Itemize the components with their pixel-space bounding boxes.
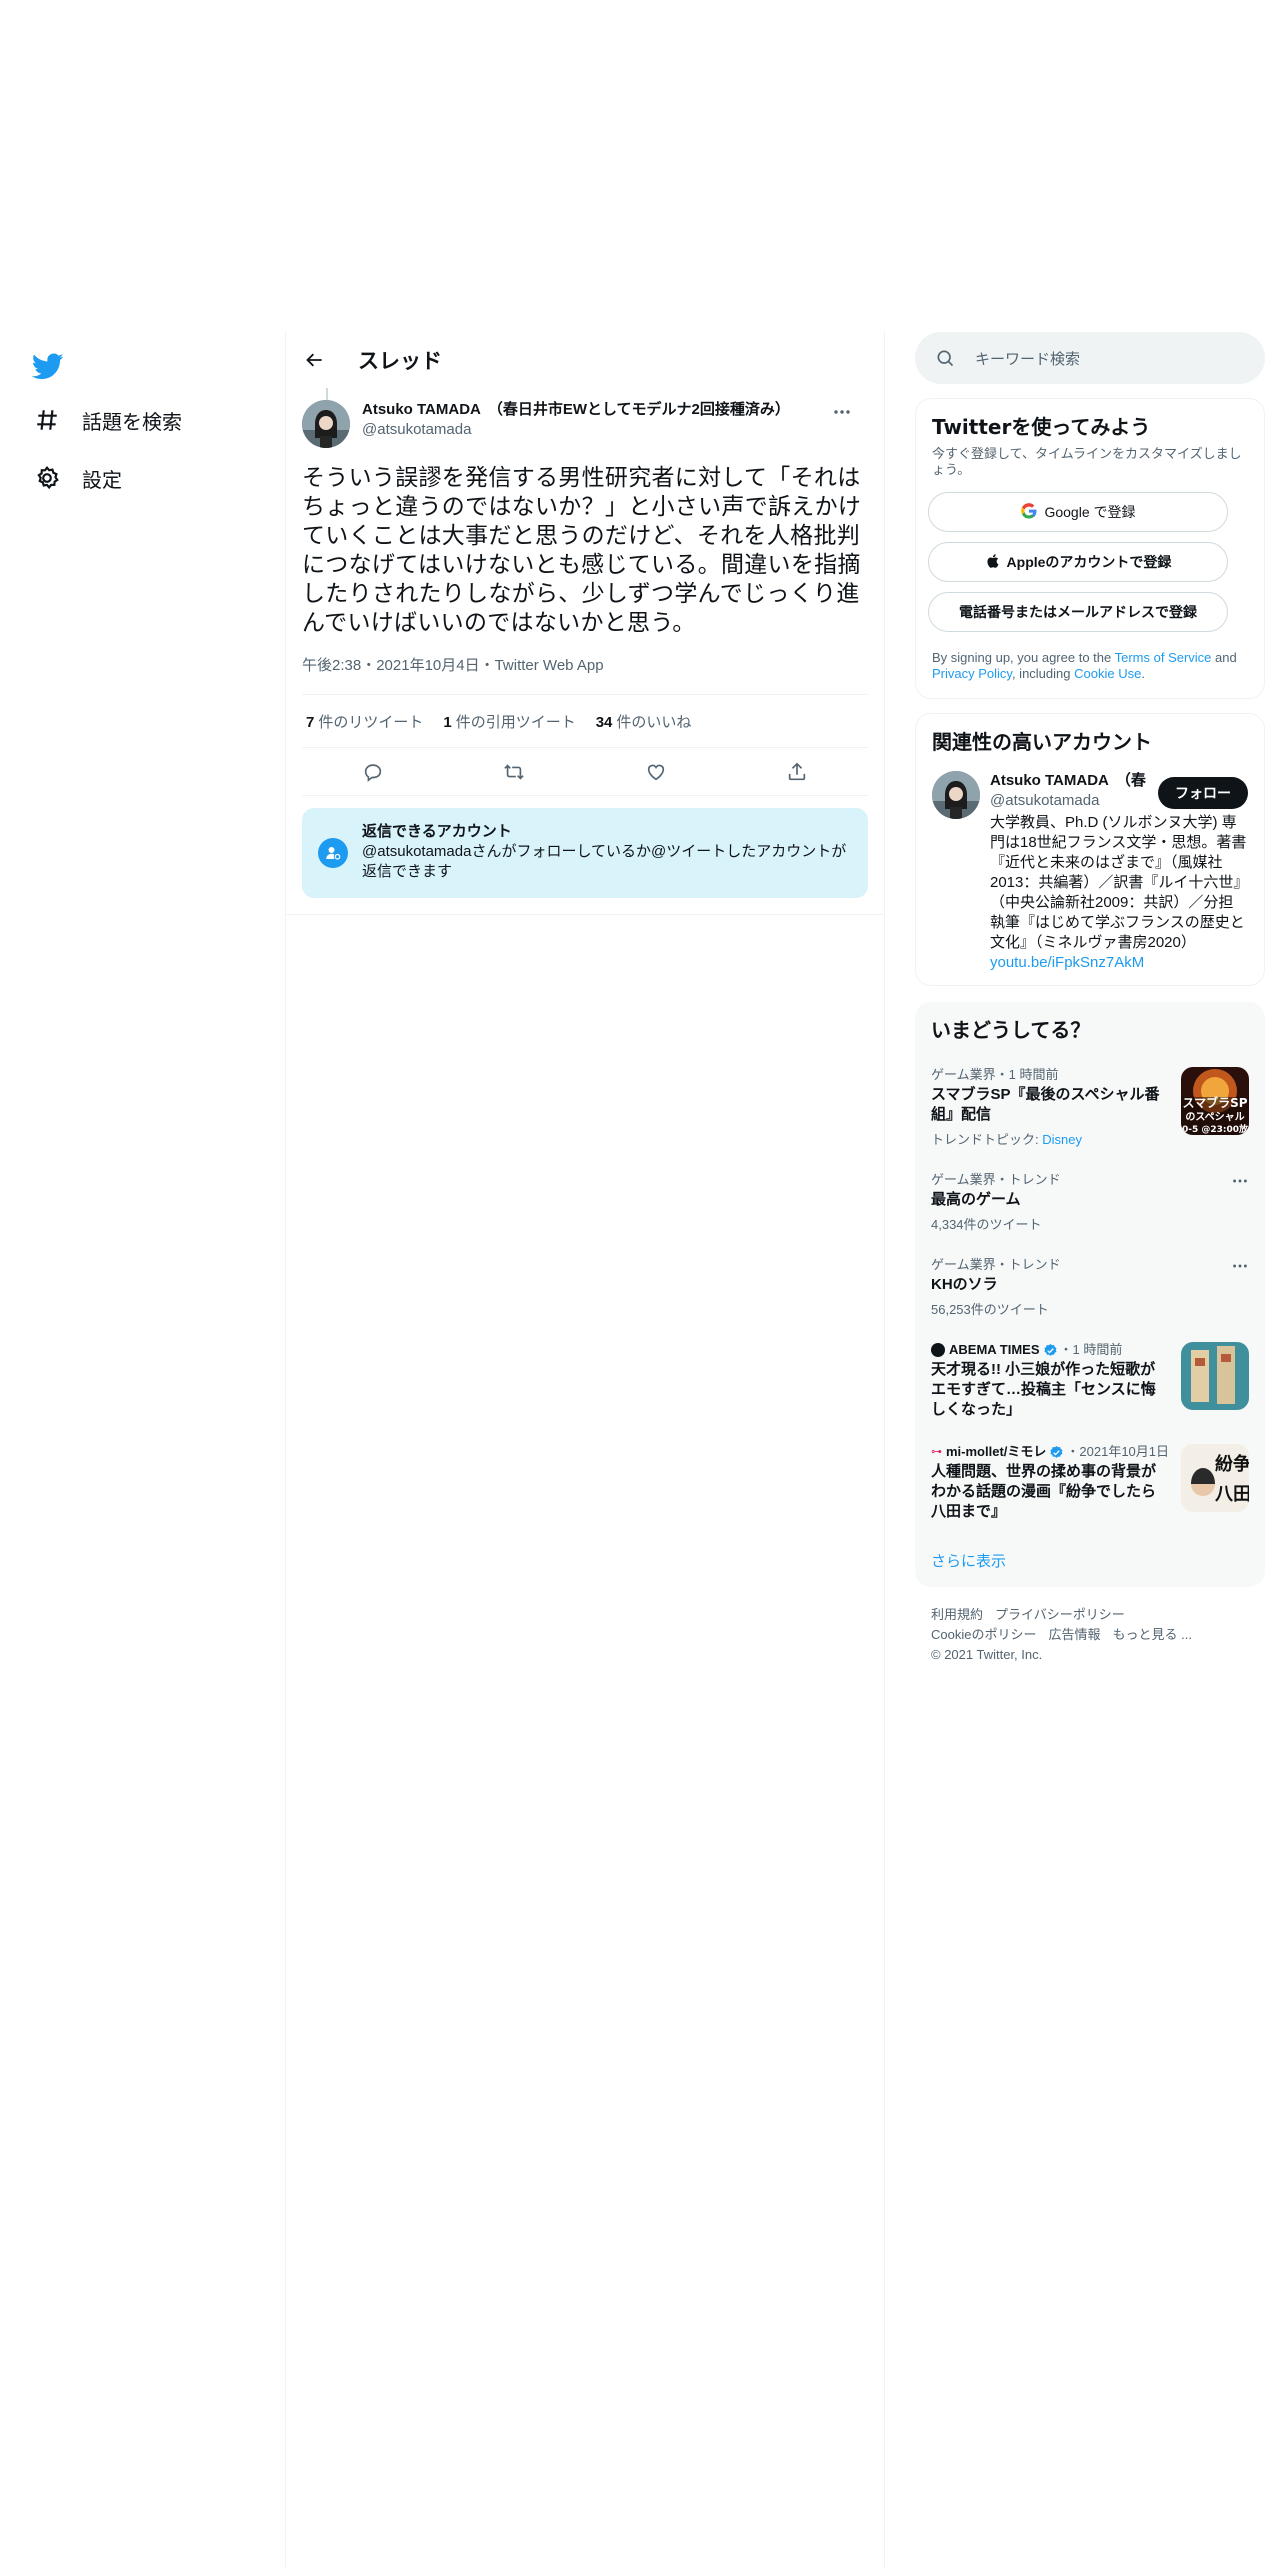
abema-logo-icon bbox=[931, 1343, 945, 1357]
footer: 利用規約 プライバシーポリシー Cookieのポリシー 広告情報 もっと見る ... … bbox=[915, 1587, 1265, 1683]
show-more-link[interactable]: さらに表示 bbox=[915, 1534, 1265, 1587]
signup-title: Twitterを使ってみよう bbox=[932, 415, 1151, 439]
share-icon[interactable] bbox=[780, 755, 814, 789]
footer-link[interactable]: もっと見る ... bbox=[1112, 1627, 1191, 1642]
nav-item-label: 話題を検索 bbox=[82, 409, 182, 434]
terms-text: By signing up, you agree to the Terms of… bbox=[932, 650, 1237, 681]
footer-link[interactable]: プライバシーポリシー bbox=[995, 1607, 1125, 1622]
reply-restriction-notice: 返信できるアカウント @atsukotamadaさんがフォローしているか@ツイー… bbox=[302, 808, 868, 898]
terms-of-service-link[interactable]: Terms of Service bbox=[1115, 650, 1212, 665]
signup-card: Twitterを使ってみよう 今すぐ登録して、タイムラインをカスタマイズしましょ… bbox=[915, 398, 1265, 699]
verified-badge-icon bbox=[1043, 1343, 1056, 1356]
hashtag-icon bbox=[32, 405, 62, 435]
more-options-icon[interactable] bbox=[1231, 1257, 1249, 1275]
trends-card: いまどうしてる？ ゲーム業界・1 時間前 スマブラSP『最後のスペシャル番組』配… bbox=[915, 1002, 1265, 1587]
tweet-author-handle[interactable]: @atsukotamada bbox=[362, 420, 790, 440]
main-column: スレッド Atsuko TAMADA （春日井市EWとしてモデルナ2回接種済み）… bbox=[285, 332, 885, 2568]
svg-text:紛争: 紛争 bbox=[1215, 1453, 1249, 1475]
search-icon bbox=[935, 348, 955, 368]
svg-text:八田: 八田 bbox=[1215, 1484, 1249, 1505]
back-arrow-icon[interactable] bbox=[298, 343, 332, 377]
privacy-policy-link[interactable]: Privacy Policy bbox=[932, 666, 1012, 681]
news-source: ABEMA TIMES bbox=[949, 1342, 1040, 1357]
cookie-use-link[interactable]: Cookie Use bbox=[1074, 666, 1141, 681]
quote-count[interactable]: 1 件の引用ツイート bbox=[443, 711, 575, 732]
svg-text:スマブラSP: スマブラSP bbox=[1182, 1095, 1247, 1110]
who-to-follow-card: 関連性の高いアカウント Atsuko TAMADA （春 @atsukotama… bbox=[915, 713, 1265, 986]
search-input[interactable]: キーワード検索 bbox=[915, 332, 1265, 384]
avatar[interactable] bbox=[932, 771, 980, 819]
google-signup-button[interactable]: Google で登録 bbox=[928, 492, 1228, 532]
nav-item-label: 設定 bbox=[82, 467, 122, 492]
news-item[interactable]: ABEMA TIMES ・1 時間前 天才現る!! 小三娘が作った短歌がエモすぎ… bbox=[915, 1330, 1265, 1432]
at-person-icon bbox=[318, 838, 348, 868]
nav-item-settings[interactable]: 設定 bbox=[20, 450, 134, 506]
news-thumbnail bbox=[1181, 1342, 1249, 1410]
svg-text:0-5 @23:00放: 0-5 @23:00放 bbox=[1182, 1123, 1249, 1135]
account-bio: 大学教員、Ph.D (ソルボンヌ大学) 専門は18世紀フランス文学・思想。著書『… bbox=[990, 814, 1247, 971]
focused-tweet: Atsuko TAMADA （春日井市EWとしてモデルナ2回接種済み） @ats… bbox=[286, 388, 884, 898]
trend-item[interactable]: ゲーム業界・1 時間前 スマブラSP『最後のスペシャル番組』配信 トレンドトピッ… bbox=[915, 1055, 1265, 1160]
retweet-count[interactable]: 7 件のリツイート bbox=[306, 711, 423, 732]
mimollet-logo-icon: ⊶ bbox=[931, 1446, 942, 1458]
twitter-logo-icon[interactable] bbox=[31, 350, 64, 382]
tweet-timestamp[interactable]: 午後2:38・2021年10月4日・Twitter Web App bbox=[302, 654, 868, 686]
more-options-icon[interactable] bbox=[832, 402, 852, 422]
gear-icon bbox=[32, 463, 62, 493]
divider bbox=[286, 914, 884, 915]
avatar[interactable] bbox=[302, 400, 350, 448]
copyright: © 2021 Twitter, Inc. bbox=[931, 1647, 1043, 1662]
trend-item[interactable]: ゲーム業界・トレンド KHのソラ 56,253件のツイート bbox=[915, 1245, 1265, 1330]
news-thumbnail: 紛争 八田 bbox=[1181, 1444, 1249, 1512]
trends-title: いまどうしてる？ bbox=[931, 1018, 1091, 1042]
apple-signup-button[interactable]: Appleのアカウントで登録 bbox=[928, 542, 1228, 582]
svg-text:のスペシャル: のスペシャル bbox=[1185, 1111, 1244, 1123]
reply-notice-text: @atsukotamadaさんがフォローしているか@ツイートしたアカウントが返信… bbox=[362, 843, 847, 880]
tweet-header: Atsuko TAMADA （春日井市EWとしてモデルナ2回接種済み） @ats… bbox=[302, 388, 868, 452]
bio-link[interactable]: youtu.be/iFpkSnz7AkM bbox=[990, 954, 1144, 971]
apple-icon bbox=[985, 552, 1001, 573]
nav-item-explore[interactable]: 話題を検索 bbox=[20, 392, 194, 448]
news-source: mi-mollet/ミモレ bbox=[946, 1444, 1047, 1459]
phone-email-signup-button[interactable]: 電話番号またはメールアドレスで登録 bbox=[928, 592, 1228, 632]
retweet-icon[interactable] bbox=[497, 755, 531, 789]
footer-link[interactable]: 広告情報 bbox=[1048, 1627, 1100, 1642]
tweet-author-name[interactable]: Atsuko TAMADA （春日井市EWとしてモデルナ2回接種済み） bbox=[362, 400, 790, 420]
tweet-stats: 7 件のリツイート 1 件の引用ツイート 34 件のいいね bbox=[302, 694, 868, 748]
more-options-icon[interactable] bbox=[1231, 1172, 1249, 1190]
thread-header: スレッド bbox=[286, 332, 884, 388]
like-count[interactable]: 34 件のいいね bbox=[596, 711, 692, 732]
reply-notice-title: 返信できるアカウント bbox=[362, 823, 512, 840]
trend-thumbnail: スマブラSP のスペシャル 0-5 @23:00放 bbox=[1181, 1067, 1249, 1135]
search-placeholder: キーワード検索 bbox=[975, 350, 1081, 368]
footer-link[interactable]: 利用規約 bbox=[931, 1607, 983, 1622]
signup-subtitle: 今すぐ登録して、タイムラインをカスタマイズしましょう。 bbox=[932, 446, 1242, 477]
reply-icon[interactable] bbox=[356, 755, 390, 789]
like-icon[interactable] bbox=[639, 755, 673, 789]
follow-button[interactable]: フォロー bbox=[1158, 777, 1248, 809]
tweet-actions bbox=[302, 748, 868, 796]
news-item[interactable]: ⊶ mi-mollet/ミモレ ・2021年10月1日 人種問題、世界の揉め事の… bbox=[915, 1432, 1265, 1534]
right-sidebar: キーワード検索 Twitterを使ってみよう 今すぐ登録して、タイムラインをカス… bbox=[915, 332, 1265, 1683]
trend-item[interactable]: ゲーム業界・トレンド 最高のゲーム 4,334件のツイート bbox=[915, 1160, 1265, 1245]
footer-link[interactable]: Cookieのポリシー bbox=[931, 1627, 1036, 1642]
account-suggestion[interactable]: Atsuko TAMADA （春 @atsukotamada 大学教員、Ph.D… bbox=[916, 767, 1264, 985]
tweet-text: そういう誤謬を発信する男性研究者に対して「それはちょっと違うのではないか？」と小… bbox=[302, 465, 862, 636]
page-title: スレッド bbox=[358, 349, 442, 373]
google-icon bbox=[1020, 502, 1038, 523]
who-to-follow-title: 関連性の高いアカウント bbox=[932, 730, 1152, 754]
verified-badge-icon bbox=[1050, 1445, 1063, 1458]
